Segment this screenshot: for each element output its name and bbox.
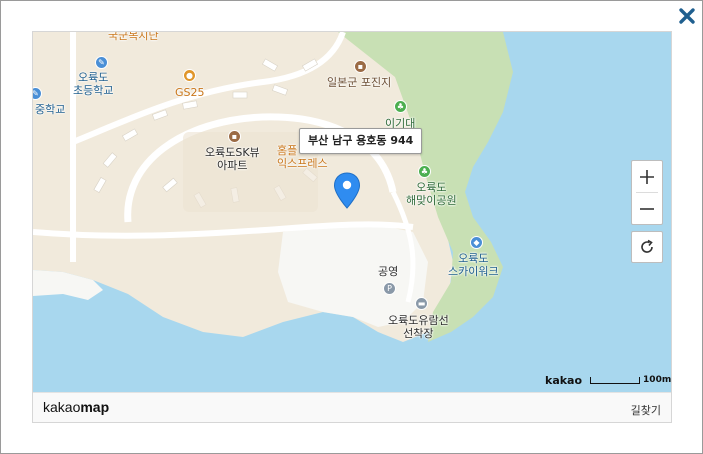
park-icon-2: ♣ <box>418 165 431 178</box>
refresh-icon <box>641 239 653 253</box>
address-infobox: 부산 남구 용호동 944 <box>299 128 423 154</box>
label-elementary-school[interactable]: 오륙도 초등학교 <box>73 71 113 97</box>
map-view[interactable]: 국군복지단 ✎ 오륙도 초등학교 ✎ 중학교 ● GS25 ▪ 일본군 포진지 … <box>32 31 672 423</box>
map-footer: kakaomap 길찾기 <box>33 392 671 422</box>
label-skywalk[interactable]: 오륙도 스카이워크 <box>448 252 499 278</box>
landmark-icon: ▪ <box>354 60 367 73</box>
minus-icon <box>640 207 654 210</box>
close-button[interactable] <box>677 6 697 26</box>
skywalk-icon: ◆ <box>470 236 483 249</box>
close-icon <box>679 8 695 24</box>
label-sunrise-park[interactable]: 오륙도 해맞이공원 <box>406 181 457 207</box>
scale-brand: kakao <box>545 373 583 387</box>
kakaomap-logo[interactable]: kakaomap <box>43 399 109 415</box>
parking-icon: P <box>383 282 396 295</box>
store-icon: ● <box>183 69 196 82</box>
logo-bold: map <box>80 399 110 415</box>
label-ferry-terminal[interactable]: 오륙도유람선 선착장 <box>388 314 449 340</box>
route-link[interactable]: 길찾기 <box>631 402 661 418</box>
logo-light: kakao <box>43 399 81 415</box>
label-japan-gun-site[interactable]: 일본군 포진지 <box>327 76 391 89</box>
label-gs25[interactable]: GS25 <box>175 86 205 99</box>
map-scale: kakao 100m <box>545 372 671 388</box>
location-pin-icon[interactable] <box>333 172 361 210</box>
zoom-in-button[interactable] <box>632 161 662 192</box>
park-icon: ♣ <box>394 100 407 113</box>
refresh-button[interactable] <box>631 231 663 263</box>
label-public-parking[interactable]: 공영 <box>378 265 398 278</box>
plus-icon <box>640 169 654 184</box>
scale-bar <box>590 376 641 384</box>
scale-distance: 100m <box>643 375 672 385</box>
school-icon: ✎ <box>95 56 108 69</box>
ferry-icon: ▬ <box>415 297 428 310</box>
label-middle-school[interactable]: 중학교 <box>35 103 65 116</box>
label-top-cut: 국군복지단 <box>108 31 159 42</box>
zoom-control <box>631 160 663 225</box>
label-sk-view-apartment[interactable]: 오륙도SK뷰 아파트 <box>205 146 260 172</box>
apartment-icon: ▪ <box>228 130 241 143</box>
zoom-out-button[interactable] <box>632 193 662 224</box>
